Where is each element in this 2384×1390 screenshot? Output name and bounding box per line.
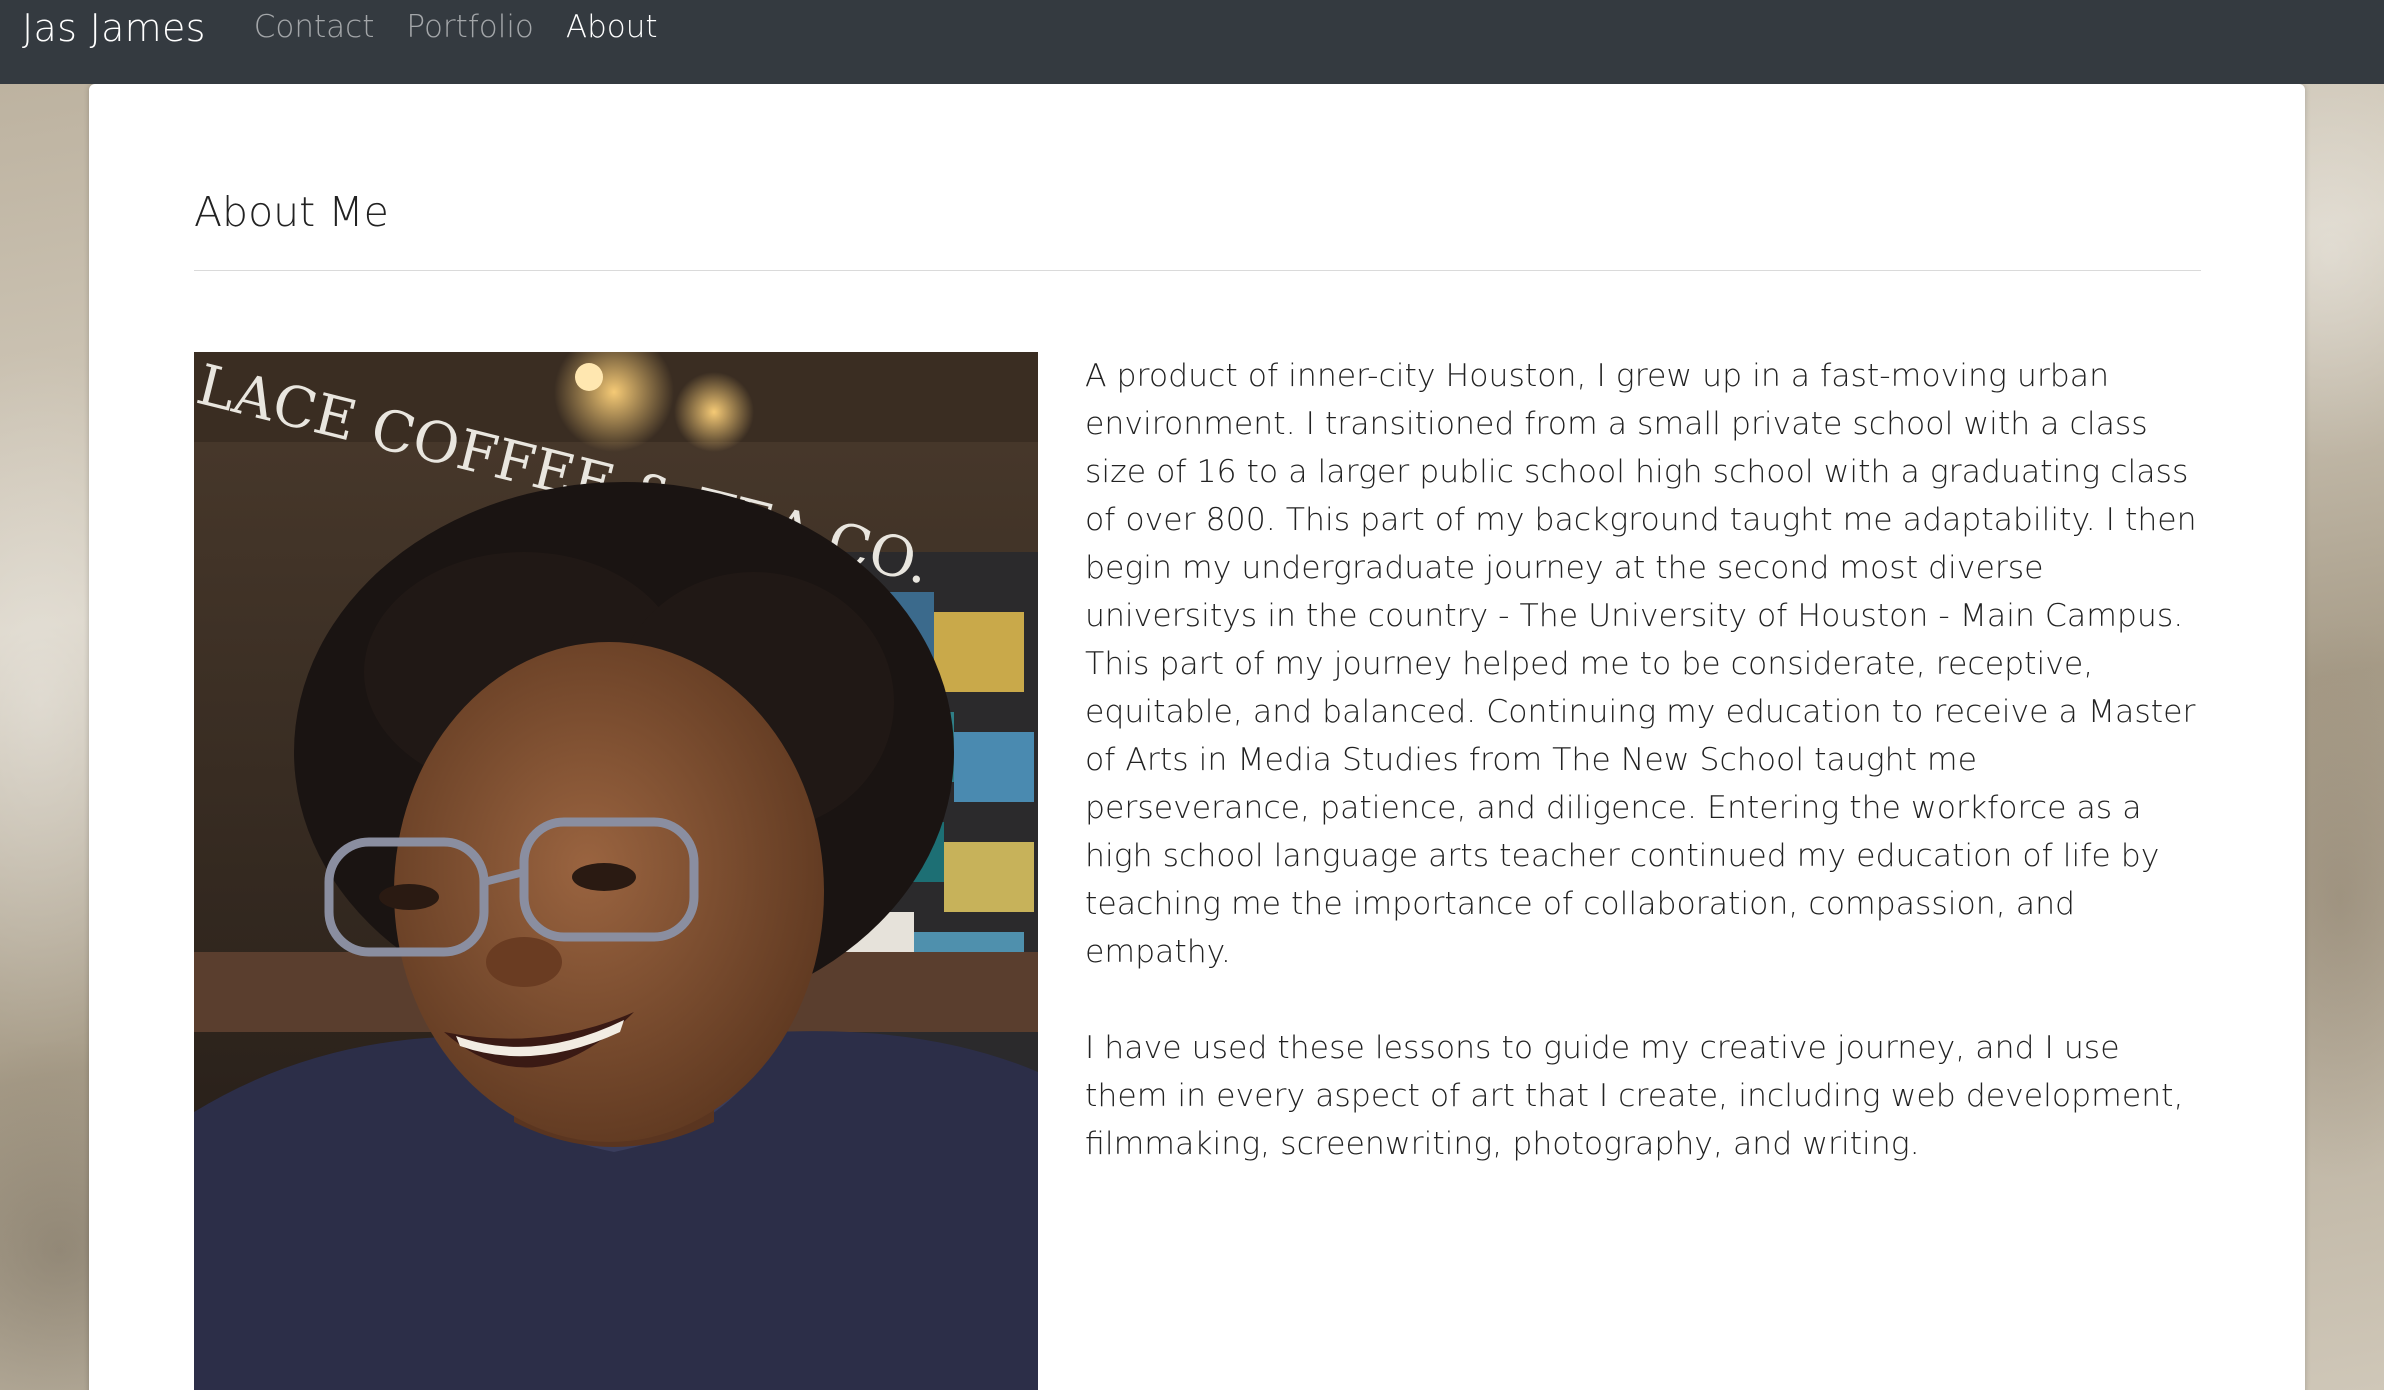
content-card: About Me LACE COFFEE & TEA CO. A product… bbox=[89, 84, 2305, 1390]
brand-link[interactable]: Jas James bbox=[22, 4, 206, 52]
top-navbar: Jas James Contact Portfolio About bbox=[0, 0, 2384, 84]
nav-link-about[interactable]: About bbox=[566, 4, 658, 50]
nav-link-portfolio[interactable]: Portfolio bbox=[406, 4, 534, 50]
page-title: About Me bbox=[194, 188, 389, 236]
bio-paragraph: A product of inner-city Houston, I grew … bbox=[1085, 358, 2197, 970]
bio-text: A product of inner-city Houston, I grew … bbox=[1085, 352, 2201, 1216]
title-divider bbox=[194, 270, 2201, 271]
bio-paragraph: I have used these lessons to guide my cr… bbox=[1085, 1030, 2184, 1162]
nav-link-contact[interactable]: Contact bbox=[254, 4, 375, 50]
profile-photo: LACE COFFEE & TEA CO. bbox=[194, 352, 1038, 1390]
